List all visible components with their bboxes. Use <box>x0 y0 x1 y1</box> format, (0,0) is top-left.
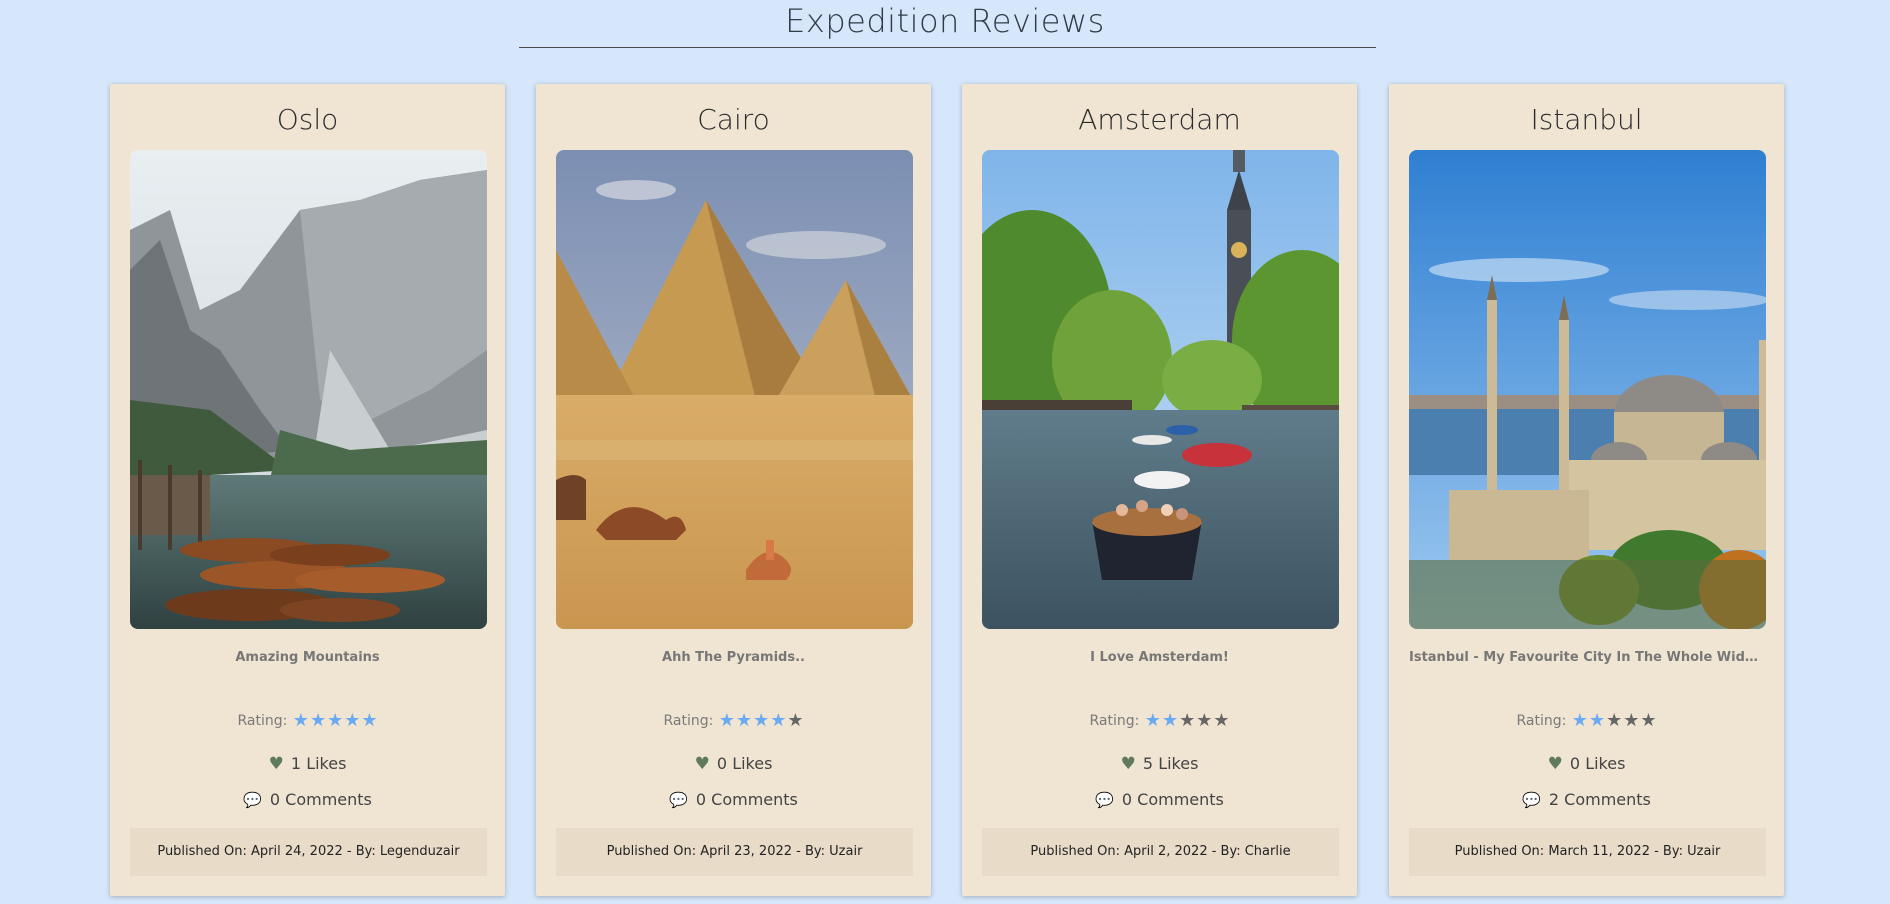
comments-button[interactable]: 💬 2 Comments <box>1389 790 1784 810</box>
likes-button[interactable]: ♥ 0 Likes <box>536 754 931 774</box>
comments-icon: 💬 <box>1095 791 1114 809</box>
review-card-cairo[interactable]: Cairo Ahh The Pyramids.. Rating: ★★★★★ ♥… <box>536 84 931 896</box>
rating: Rating: ★★★★★ <box>536 712 931 730</box>
review-card-istanbul[interactable]: Istanbul Istanbul - My Favourite City In… <box>1389 84 1784 896</box>
card-title[interactable]: Amsterdam <box>962 102 1357 138</box>
star-icon: ★ <box>1588 710 1606 731</box>
card-caption: Istanbul - My Favourite City In The Whol… <box>1409 650 1764 665</box>
star-icon: ★ <box>292 710 309 731</box>
mountain-lake-boats-photo[interactable] <box>130 150 487 629</box>
star-icon: ★ <box>1623 710 1640 731</box>
comments-button[interactable]: 💬 0 Comments <box>962 790 1357 810</box>
likes-count: 5 Likes <box>1142 754 1199 773</box>
star-icon: ★ <box>1571 710 1588 731</box>
comments-icon: 💬 <box>243 791 262 809</box>
card-footer: Published On: April 24, 2022 - By: Legen… <box>130 828 487 876</box>
card-caption: Ahh The Pyramids.. <box>662 650 805 665</box>
card-title[interactable]: Istanbul <box>1389 102 1784 138</box>
card-footer: Published On: April 2, 2022 - By: Charli… <box>982 828 1339 876</box>
star-icon: ★ <box>753 710 770 731</box>
star-icon: ★ <box>361 710 378 731</box>
heart-icon: ♥ <box>1547 754 1563 774</box>
card-caption: I Love Amsterdam! <box>1090 650 1229 665</box>
star-icon: ★ <box>1213 710 1230 731</box>
star-icon: ★ <box>344 710 361 731</box>
star-icon: ★ <box>1606 710 1623 731</box>
star-icon: ★ <box>787 710 804 731</box>
mosque-minarets-photo[interactable] <box>1409 150 1766 629</box>
star-icon: ★ <box>718 710 735 731</box>
comments-button[interactable]: 💬 0 Comments <box>110 790 505 810</box>
comments-button[interactable]: 💬 0 Comments <box>536 790 931 810</box>
card-title[interactable]: Cairo <box>536 102 931 138</box>
star-icon: ★ <box>770 710 787 731</box>
card-caption: Amazing Mountains <box>235 650 380 665</box>
star-icon: ★ <box>1179 710 1196 731</box>
likes-count: 1 Likes <box>290 754 347 773</box>
review-card-grid: Oslo Amazing Mountains Rating: ★★★★★ ♥ 1… <box>110 84 1785 904</box>
star-icon: ★ <box>309 710 327 731</box>
comments-count: 0 Comments <box>1121 790 1224 809</box>
likes-button[interactable]: ♥ 1 Likes <box>110 754 505 774</box>
heart-icon: ♥ <box>268 754 284 774</box>
page-title: Expedition Reviews <box>785 2 1105 40</box>
likes-count: 0 Likes <box>1569 754 1626 773</box>
pyramids-desert-camels-photo[interactable] <box>556 150 913 629</box>
likes-count: 0 Likes <box>716 754 773 773</box>
likes-button[interactable]: ♥ 0 Likes <box>1389 754 1784 774</box>
likes-button[interactable]: ♥ 5 Likes <box>962 754 1357 774</box>
review-card-oslo[interactable]: Oslo Amazing Mountains Rating: ★★★★★ ♥ 1… <box>110 84 505 896</box>
rating-label: Rating: <box>1516 713 1567 729</box>
comments-count: 0 Comments <box>695 790 798 809</box>
title-divider <box>519 47 1376 48</box>
rating-label: Rating: <box>1089 713 1140 729</box>
star-icon: ★ <box>1144 710 1161 731</box>
star-icon: ★ <box>327 710 344 731</box>
heart-icon: ♥ <box>694 754 710 774</box>
comments-count: 2 Comments <box>1548 790 1651 809</box>
rating-label: Rating: <box>663 713 714 729</box>
star-icon: ★ <box>735 710 753 731</box>
comments-icon: 💬 <box>669 791 688 809</box>
card-footer: Published On: April 23, 2022 - By: Uzair <box>556 828 913 876</box>
comments-count: 0 Comments <box>269 790 372 809</box>
review-card-amsterdam[interactable]: Amsterdam I Love Amsterdam! Rating: ★★★★… <box>962 84 1357 896</box>
rating: Rating: ★★★★★ <box>1389 712 1784 730</box>
rating: Rating: ★★★★★ <box>962 712 1357 730</box>
heart-icon: ♥ <box>1120 754 1136 774</box>
canal-boats-tower-photo[interactable] <box>982 150 1339 629</box>
rating-label: Rating: <box>237 713 288 729</box>
card-title[interactable]: Oslo <box>110 102 505 138</box>
star-icon: ★ <box>1161 710 1179 731</box>
rating: Rating: ★★★★★ <box>110 712 505 730</box>
star-icon: ★ <box>1640 710 1657 731</box>
star-icon: ★ <box>1196 710 1213 731</box>
card-footer: Published On: March 11, 2022 - By: Uzair <box>1409 828 1766 876</box>
comments-icon: 💬 <box>1522 791 1541 809</box>
